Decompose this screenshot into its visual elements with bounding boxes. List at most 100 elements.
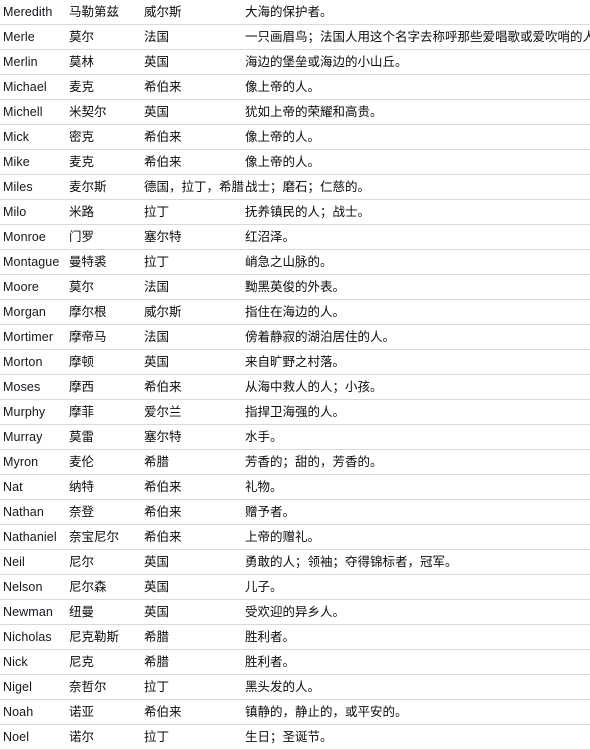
cell-english-name-text: Murray xyxy=(3,430,43,444)
cell-meaning: 像上帝的人。 xyxy=(240,124,590,150)
cell-chinese-transliteration: 摩帝马 xyxy=(68,324,143,350)
cell-meaning: 胜利者。 xyxy=(240,649,590,675)
cell-chinese-transliteration: 麦克 xyxy=(68,149,143,175)
cell-english-name: Monroe xyxy=(0,224,68,250)
table-row: Miles 麦尔斯 德国，拉丁，希腊 战士；磨石；仁慈的。 xyxy=(0,174,590,200)
cell-origin-text: 威尔斯 xyxy=(144,305,182,319)
cell-chinese-transliteration: 纽曼 xyxy=(68,599,143,625)
table-row: Moore 莫尔 法国 黝黑英俊的外表。 xyxy=(0,274,590,300)
cell-chinese-transliteration-text: 摩西 xyxy=(69,380,95,394)
cell-chinese-transliteration-text: 莫尔 xyxy=(69,30,95,44)
cell-meaning: 峭急之山脉的。 xyxy=(240,249,590,275)
cell-english-name: Milo xyxy=(0,199,68,225)
cell-meaning: 受欢迎的异乡人。 xyxy=(240,599,590,625)
cell-english-name: Newman xyxy=(0,599,68,625)
cell-english-name-text: Nat xyxy=(3,480,23,494)
cell-chinese-transliteration-text: 麦克 xyxy=(69,80,95,94)
table-row: Michell 米契尔 英国 犹如上帝的荣耀和高贵。 xyxy=(0,99,590,125)
cell-origin-text: 塞尔特 xyxy=(144,430,182,444)
cell-chinese-transliteration-text: 米路 xyxy=(69,205,95,219)
cell-english-name: Nathaniel xyxy=(0,524,68,550)
cell-origin: 英国 xyxy=(143,99,240,125)
cell-origin-text: 希伯来 xyxy=(144,505,182,519)
cell-chinese-transliteration-text: 尼克 xyxy=(69,655,95,669)
cell-chinese-transliteration: 诺尔 xyxy=(68,724,143,750)
cell-meaning: 水手。 xyxy=(240,424,590,450)
cell-chinese-transliteration: 尼克勒斯 xyxy=(68,624,143,650)
cell-origin: 英国 xyxy=(143,599,240,625)
table-row: Nicholas 尼克勒斯 希腊 胜利者。 xyxy=(0,624,590,650)
cell-origin: 拉丁 xyxy=(143,674,240,700)
cell-english-name: Moore xyxy=(0,274,68,300)
cell-origin: 英国 xyxy=(143,49,240,75)
cell-english-name-text: Mortimer xyxy=(3,330,54,344)
cell-english-name-text: Nathaniel xyxy=(3,530,57,544)
cell-meaning-text: 一只画眉鸟；法国人用这个名字去称呼那些爱唱歌或爱吹哨的人 xyxy=(245,30,590,44)
table-row: Myron 麦伦 希腊 芳香的；甜的，芳香的。 xyxy=(0,449,590,475)
cell-meaning-text: 黑头发的人。 xyxy=(245,680,321,694)
cell-english-name-text: Noah xyxy=(3,705,34,719)
table-row: Murray 莫雷 塞尔特 水手。 xyxy=(0,424,590,450)
cell-chinese-transliteration: 摩顿 xyxy=(68,349,143,375)
cell-origin: 威尔斯 xyxy=(143,0,240,25)
cell-meaning-text: 生日；圣诞节。 xyxy=(245,730,333,744)
cell-chinese-transliteration-text: 马勒第兹 xyxy=(69,5,120,19)
cell-origin-text: 希伯来 xyxy=(144,530,182,544)
cell-english-name: Murray xyxy=(0,424,68,450)
cell-meaning-text: 胜利者。 xyxy=(245,630,296,644)
cell-english-name: Mick xyxy=(0,124,68,150)
cell-origin-text: 法国 xyxy=(144,330,170,344)
cell-english-name-text: Meredith xyxy=(3,5,53,19)
cell-chinese-transliteration: 诺亚 xyxy=(68,699,143,725)
cell-english-name-text: Michell xyxy=(3,105,43,119)
table-row: Michael 麦克 希伯来 像上帝的人。 xyxy=(0,74,590,100)
cell-english-name-text: Miles xyxy=(3,180,33,194)
cell-meaning: 像上帝的人。 xyxy=(240,74,590,100)
cell-meaning-text: 红沼泽。 xyxy=(245,230,296,244)
table-row: Nat 纳特 希伯来 礼物。 xyxy=(0,474,590,500)
cell-chinese-transliteration: 奈登 xyxy=(68,499,143,525)
cell-english-name-text: Montague xyxy=(3,255,60,269)
cell-origin: 希腊 xyxy=(143,449,240,475)
cell-origin-text: 希伯来 xyxy=(144,80,182,94)
cell-origin-text: 拉丁 xyxy=(144,255,170,269)
cell-meaning-text: 从海中救人的人；小孩。 xyxy=(245,380,383,394)
cell-meaning-text: 勇敢的人；领袖；夺得锦标者，冠军。 xyxy=(245,555,458,569)
cell-chinese-transliteration-text: 尼克勒斯 xyxy=(69,630,120,644)
cell-chinese-transliteration-text: 摩尔根 xyxy=(69,305,107,319)
cell-origin: 英国 xyxy=(143,574,240,600)
cell-english-name: Murphy xyxy=(0,399,68,425)
cell-meaning: 黝黑英俊的外表。 xyxy=(240,274,590,300)
cell-english-name: Nathan xyxy=(0,499,68,525)
cell-chinese-transliteration-text: 莫雷 xyxy=(69,430,95,444)
cell-chinese-transliteration-text: 曼特裘 xyxy=(69,255,107,269)
cell-chinese-transliteration-text: 诺亚 xyxy=(69,705,95,719)
cell-meaning-text: 像上帝的人。 xyxy=(245,155,321,169)
table-row: Mike 麦克 希伯来 像上帝的人。 xyxy=(0,149,590,175)
cell-english-name: Miles xyxy=(0,174,68,200)
cell-chinese-transliteration: 摩西 xyxy=(68,374,143,400)
cell-meaning-text: 赠予者。 xyxy=(245,505,296,519)
cell-english-name: Montague xyxy=(0,249,68,275)
cell-english-name: Mortimer xyxy=(0,324,68,350)
cell-english-name: Mike xyxy=(0,149,68,175)
cell-meaning: 生日；圣诞节。 xyxy=(240,724,590,750)
cell-english-name-text: Noel xyxy=(3,730,30,744)
cell-english-name-text: Nick xyxy=(3,655,28,669)
cell-chinese-transliteration: 麦伦 xyxy=(68,449,143,475)
cell-english-name: Myron xyxy=(0,449,68,475)
table-row: Noel 诺尔 拉丁 生日；圣诞节。 xyxy=(0,724,590,750)
cell-meaning: 红沼泽。 xyxy=(240,224,590,250)
cell-meaning-text: 受欢迎的异乡人。 xyxy=(245,605,346,619)
cell-origin: 爱尔兰 xyxy=(143,399,240,425)
cell-origin-text: 法国 xyxy=(144,30,170,44)
cell-chinese-transliteration-text: 奈登 xyxy=(69,505,95,519)
cell-chinese-transliteration: 尼克 xyxy=(68,649,143,675)
cell-english-name: Neil xyxy=(0,549,68,575)
cell-chinese-transliteration-text: 米契尔 xyxy=(69,105,107,119)
cell-chinese-transliteration: 曼特裘 xyxy=(68,249,143,275)
cell-meaning: 抚养镇民的人；战士。 xyxy=(240,199,590,225)
cell-meaning-text: 上帝的赠礼。 xyxy=(245,530,321,544)
cell-english-name: Nelson xyxy=(0,574,68,600)
cell-meaning-text: 像上帝的人。 xyxy=(245,130,321,144)
